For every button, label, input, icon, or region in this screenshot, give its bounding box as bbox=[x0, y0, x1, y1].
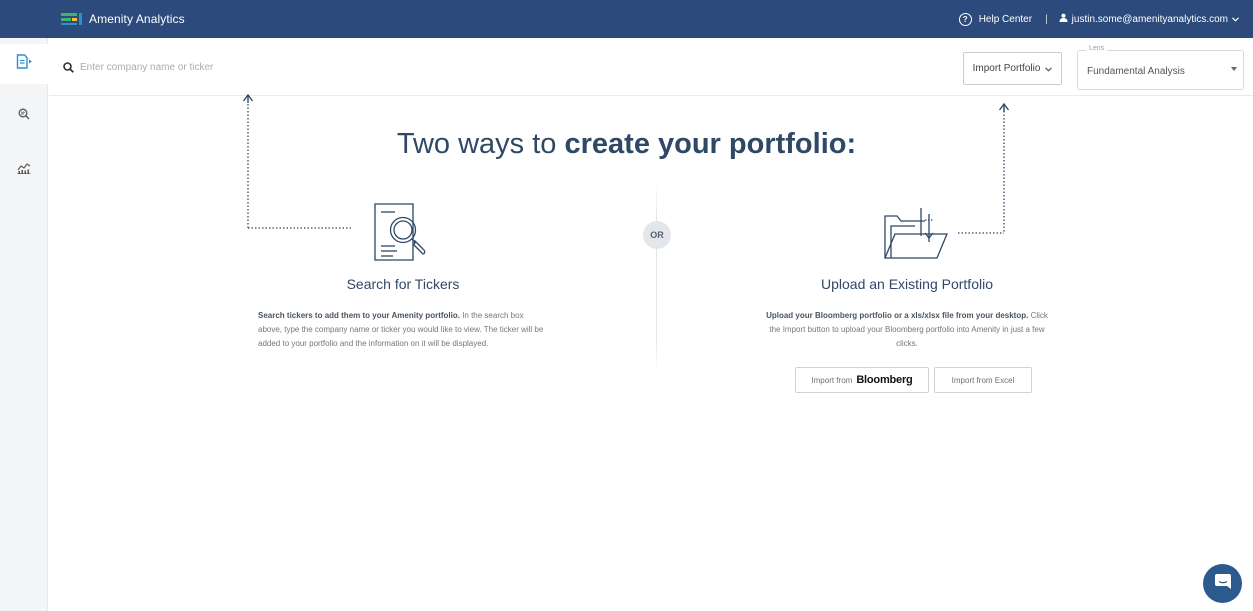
upload-portfolio-title: Upload an Existing Portfolio bbox=[821, 276, 993, 292]
page-title: Two ways to create your portfolio: bbox=[0, 128, 1253, 161]
upload-portfolio-description: Upload your Bloomberg portfolio or a xls… bbox=[762, 309, 1052, 351]
vertical-divider bbox=[656, 182, 657, 372]
search-desc-bold: Search tickers to add them to your Ameni… bbox=[258, 311, 460, 320]
search-tickers-title: Search for Tickers bbox=[346, 276, 460, 292]
import-from-excel-button[interactable]: Import from Excel bbox=[934, 367, 1032, 393]
upload-desc-bold: Upload your Bloomberg portfolio or a xls… bbox=[766, 311, 1029, 320]
import-from-label: Import from bbox=[811, 375, 853, 385]
headline-bold: create your portfolio: bbox=[564, 128, 857, 160]
import-from-bloomberg-button[interactable]: Import from Bloomberg bbox=[795, 367, 929, 393]
bloomberg-logo: Bloomberg bbox=[856, 374, 913, 386]
folder-download-icon bbox=[881, 206, 953, 269]
chat-launcher-button[interactable] bbox=[1203, 564, 1242, 603]
search-tickers-description: Search tickers to add them to your Ameni… bbox=[258, 309, 548, 351]
document-magnifier-icon bbox=[373, 202, 433, 271]
headline-prefix: Two ways to bbox=[396, 128, 565, 160]
or-badge: OR bbox=[643, 221, 671, 249]
chat-icon bbox=[1214, 572, 1232, 595]
dotted-guide-arrows bbox=[242, 93, 1010, 234]
